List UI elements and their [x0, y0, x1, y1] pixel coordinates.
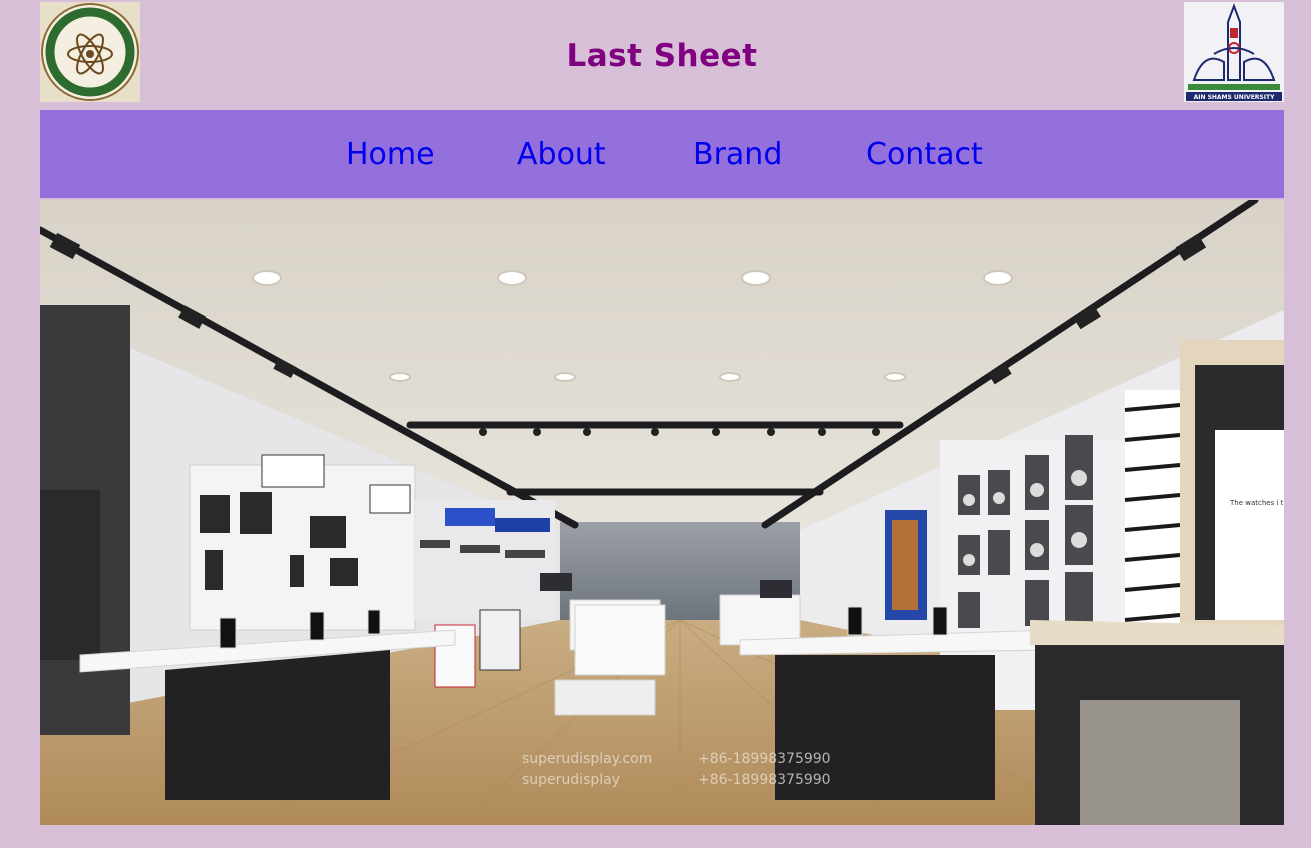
university-logo-graphic: AIN SHAMS UNIVERSITY	[1184, 2, 1284, 102]
svg-text:superudisplay: superudisplay	[522, 772, 620, 788]
ain-shams-university-logo: AIN SHAMS UNIVERSITY	[1184, 2, 1284, 102]
page-header: FACULTY OF SCIENCE Last Sheet AIN SHAMS …	[37, 0, 1284, 110]
nav-link-about[interactable]: About	[517, 137, 606, 172]
svg-text:+86-18998375990: +86-18998375990	[698, 772, 831, 788]
store-interior-illustration: The watches i that minimalis superudispl…	[40, 200, 1284, 825]
svg-text:The watches i that minimalis: The watches i that minimalis	[1229, 499, 1284, 507]
nav-link-contact[interactable]: Contact	[866, 137, 983, 172]
page-title: Last Sheet	[566, 38, 758, 74]
svg-text:superudisplay.com: superudisplay.com	[522, 751, 652, 767]
store-hero-image: The watches i that minimalis superudispl…	[40, 200, 1284, 825]
nav-link-home[interactable]: Home	[346, 137, 435, 172]
svg-text:+86-18998375990: +86-18998375990	[698, 751, 831, 767]
svg-text:AIN SHAMS UNIVERSITY: AIN SHAMS UNIVERSITY	[1194, 94, 1275, 101]
main-navigation: Home About Brand Contact	[40, 110, 1284, 198]
nav-link-brand[interactable]: Brand	[693, 137, 782, 172]
